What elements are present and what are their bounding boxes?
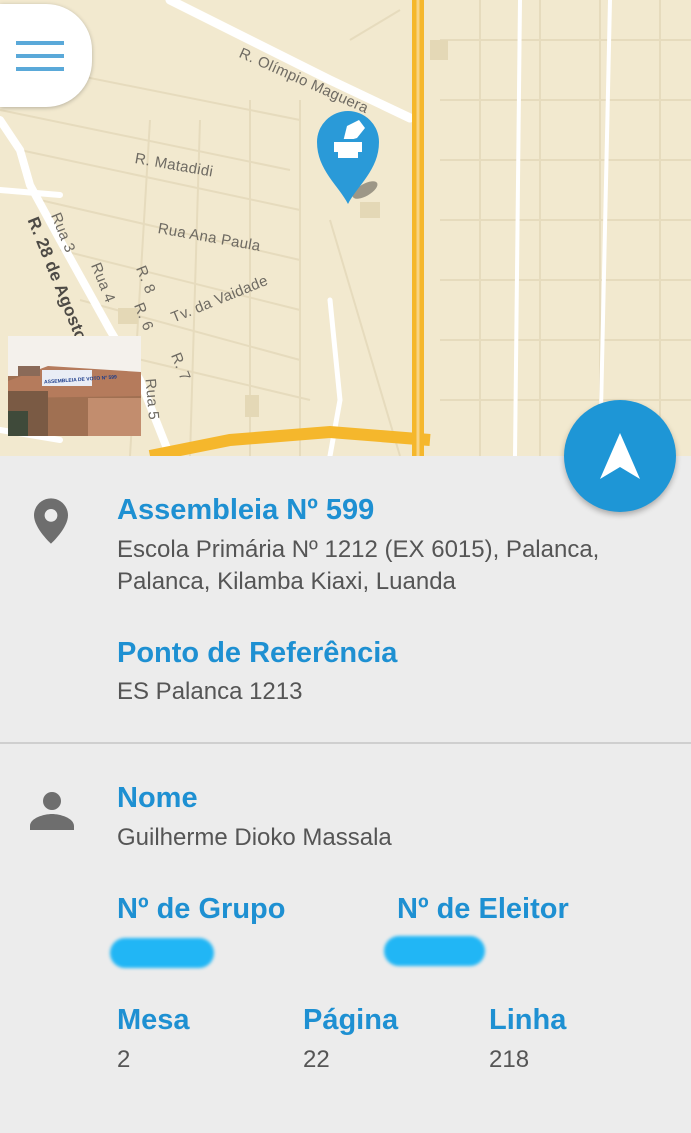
person-icon — [30, 792, 74, 830]
name-value: Guilherme Dioko Massala — [117, 824, 392, 851]
mesa-value: 2 — [117, 1046, 131, 1073]
polling-station-photo[interactable]: ASSEMBLEIA DE VOTO Nº 599 — [8, 336, 141, 436]
navigation-arrow-icon — [600, 433, 640, 479]
pagina-value: 22 — [303, 1046, 330, 1073]
mesa-label: Mesa — [117, 1004, 190, 1036]
address-line-2: Palanca, Kilamba Kiaxi, Luanda — [117, 568, 456, 595]
redacted-elector-number — [384, 936, 485, 966]
assembly-title: Assembleia Nº 599 — [117, 494, 375, 526]
name-label: Nome — [117, 782, 198, 814]
navigate-button[interactable] — [564, 400, 676, 512]
elector-number-label: Nº de Eleitor — [397, 893, 569, 925]
menu-icon — [16, 40, 64, 71]
reference-label: Ponto de Referência — [117, 637, 398, 669]
reference-value: ES Palanca 1213 — [117, 678, 303, 705]
linha-label: Linha — [489, 1004, 567, 1036]
menu-button[interactable] — [0, 4, 92, 107]
location-pin-icon — [34, 498, 68, 544]
ballot-pin-icon[interactable] — [315, 108, 385, 213]
pagina-label: Página — [303, 1004, 399, 1036]
group-number-label: Nº de Grupo — [117, 893, 286, 925]
linha-value: 218 — [489, 1046, 530, 1073]
street-label: Rua 5 — [141, 377, 163, 421]
address-line-1: Escola Primária Nº 1212 (EX 6015), Palan… — [117, 536, 600, 563]
redacted-group-number — [110, 938, 214, 968]
voter-section: Nome Guilherme Dioko Massala Nº de Grupo… — [0, 744, 691, 1133]
map-view[interactable]: R. Olímpio Maguera R. Matadidi Rua Ana P… — [0, 0, 691, 456]
